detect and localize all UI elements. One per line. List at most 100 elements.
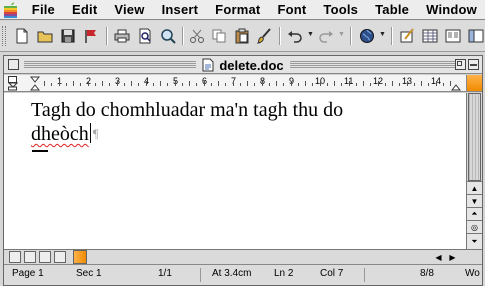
ruler-tick <box>407 81 408 86</box>
right-indent-marker-icon[interactable] <box>451 76 461 91</box>
insert-table-button[interactable] <box>420 26 440 46</box>
table-icon <box>422 29 438 43</box>
ruler-tick <box>312 83 313 86</box>
columns-button[interactable] <box>443 26 463 46</box>
left-indent-marker-icon[interactable] <box>8 76 18 91</box>
scroll-left-button[interactable]: ◀ <box>432 251 445 263</box>
apple-menu[interactable] <box>0 0 23 20</box>
ruler-tick <box>370 83 371 86</box>
text-line[interactable]: Tagh do chomhluadar ma'n tagh thu do <box>31 99 461 122</box>
menu-file[interactable]: File <box>23 0 63 20</box>
redo-dropdown-icon[interactable]: ▼ <box>338 31 345 38</box>
paste-button[interactable] <box>232 26 252 46</box>
misspelled-word[interactable]: dheòch <box>31 123 89 145</box>
open-folder-icon <box>37 31 53 43</box>
web-button[interactable] <box>357 26 377 46</box>
document-window: delete.doc 1 2 3 4 5 6 7 8 9 10 11 12 13… <box>3 55 483 286</box>
ruler-tick <box>146 81 147 86</box>
cut-button[interactable] <box>187 26 207 46</box>
menu-edit[interactable]: Edit <box>63 0 105 20</box>
print-button[interactable] <box>112 26 132 46</box>
status-count: 8/8 <box>420 268 434 279</box>
format-painter-button[interactable] <box>255 26 275 46</box>
select-browse-object-button[interactable]: ◎ <box>467 220 482 233</box>
ruler-tick <box>182 83 183 86</box>
toolbar-separator <box>106 27 108 45</box>
ruler-toggle-button[interactable] <box>466 75 482 92</box>
clipboard-icon <box>235 28 249 44</box>
page-layout-view-button[interactable] <box>39 251 51 263</box>
ruler-tick <box>153 83 154 86</box>
online-layout-view-button[interactable] <box>24 251 36 263</box>
ruler-tick <box>392 81 393 86</box>
status-at: At 3.4cm <box>212 268 252 279</box>
ruler-tick <box>204 81 205 86</box>
previous-page-button[interactable]: ⏶ <box>467 207 482 220</box>
status-col: Col 7 <box>320 268 344 279</box>
undo-button[interactable] <box>285 26 305 46</box>
save-disk-icon <box>61 29 75 43</box>
left-indent-marker-icon[interactable] <box>30 76 40 91</box>
ruler-tick <box>356 83 357 86</box>
web-dropdown-icon[interactable]: ▼ <box>379 31 386 38</box>
menu-table[interactable]: Table <box>366 0 417 20</box>
zoom-box-button[interactable] <box>455 59 466 70</box>
ruler-tick <box>117 81 118 86</box>
menu-view[interactable]: View <box>105 0 152 20</box>
scroll-up-button[interactable]: ▲ <box>467 181 482 194</box>
document-map-button[interactable] <box>466 26 485 46</box>
down-arrow-icon: ▼ <box>470 196 479 206</box>
menu-font[interactable]: Font <box>268 0 314 20</box>
flag-icon <box>85 30 96 43</box>
horizontal-ruler[interactable]: 1 2 3 4 5 6 7 8 9 10 11 12 13 14 <box>4 75 466 92</box>
status-page: Page 1 <box>12 268 44 279</box>
menu-tools[interactable]: Tools <box>314 0 366 20</box>
menu-insert[interactable]: Insert <box>153 0 207 20</box>
save-button[interactable] <box>58 26 78 46</box>
left-arrow-icon: ◀ <box>435 252 442 262</box>
ruler-tick <box>283 83 284 86</box>
menu-window[interactable]: Window <box>417 0 485 20</box>
right-arrow-icon: ▶ <box>449 252 456 262</box>
undo-dropdown-icon[interactable]: ▼ <box>307 31 314 38</box>
ruler-tick <box>167 83 168 86</box>
redo-button[interactable] <box>316 26 336 46</box>
open-button[interactable] <box>35 26 55 46</box>
status-mode: Wo <box>465 268 480 279</box>
menu-format[interactable]: Format <box>206 0 268 20</box>
horizontal-scroll-thumb[interactable] <box>73 250 87 264</box>
ruler-tick <box>189 81 190 86</box>
toolbar-grip[interactable] <box>2 26 6 46</box>
document-text[interactable]: Tagh do chomhluadar ma'n tagh thu do dhe… <box>31 99 461 146</box>
scroll-down-button[interactable]: ▼ <box>467 194 482 207</box>
ruler-tick <box>334 81 335 86</box>
ruler-tick <box>298 83 299 86</box>
document-body[interactable]: Tagh do chomhluadar ma'n tagh thu do dhe… <box>4 93 466 249</box>
globe-icon <box>360 29 374 43</box>
normal-view-button[interactable] <box>9 251 21 263</box>
vertical-scrollbar[interactable]: ▲ ▼ ⏶ ◎ ⏷ <box>466 93 482 249</box>
horizontal-scrollbar[interactable]: ◀ ▶ <box>4 249 482 264</box>
tables-borders-button[interactable] <box>397 26 417 46</box>
window-titlebar[interactable]: delete.doc <box>4 56 482 74</box>
ruler-tick <box>196 83 197 86</box>
ruler-tick <box>218 81 219 86</box>
copy-button[interactable] <box>209 26 229 46</box>
ruler-tick <box>436 81 437 86</box>
collapse-box-button[interactable] <box>468 59 479 70</box>
vertical-scroll-thumb[interactable] <box>468 93 481 181</box>
status-divider <box>364 268 365 282</box>
flag-button[interactable] <box>81 26 101 46</box>
print-preview-button[interactable] <box>135 26 155 46</box>
new-document-button[interactable] <box>12 26 32 46</box>
new-document-icon <box>16 28 28 44</box>
scroll-right-button[interactable]: ▶ <box>446 251 459 263</box>
ruler-tick <box>320 81 321 86</box>
text-line[interactable]: dheòch ¶ <box>31 122 461 146</box>
outline-view-button[interactable] <box>54 251 66 263</box>
find-button[interactable] <box>158 26 178 46</box>
ruler-tick <box>175 81 176 86</box>
next-page-button[interactable]: ⏷ <box>467 233 482 249</box>
ruler-tick <box>102 81 103 86</box>
ruler-tick <box>349 81 350 86</box>
